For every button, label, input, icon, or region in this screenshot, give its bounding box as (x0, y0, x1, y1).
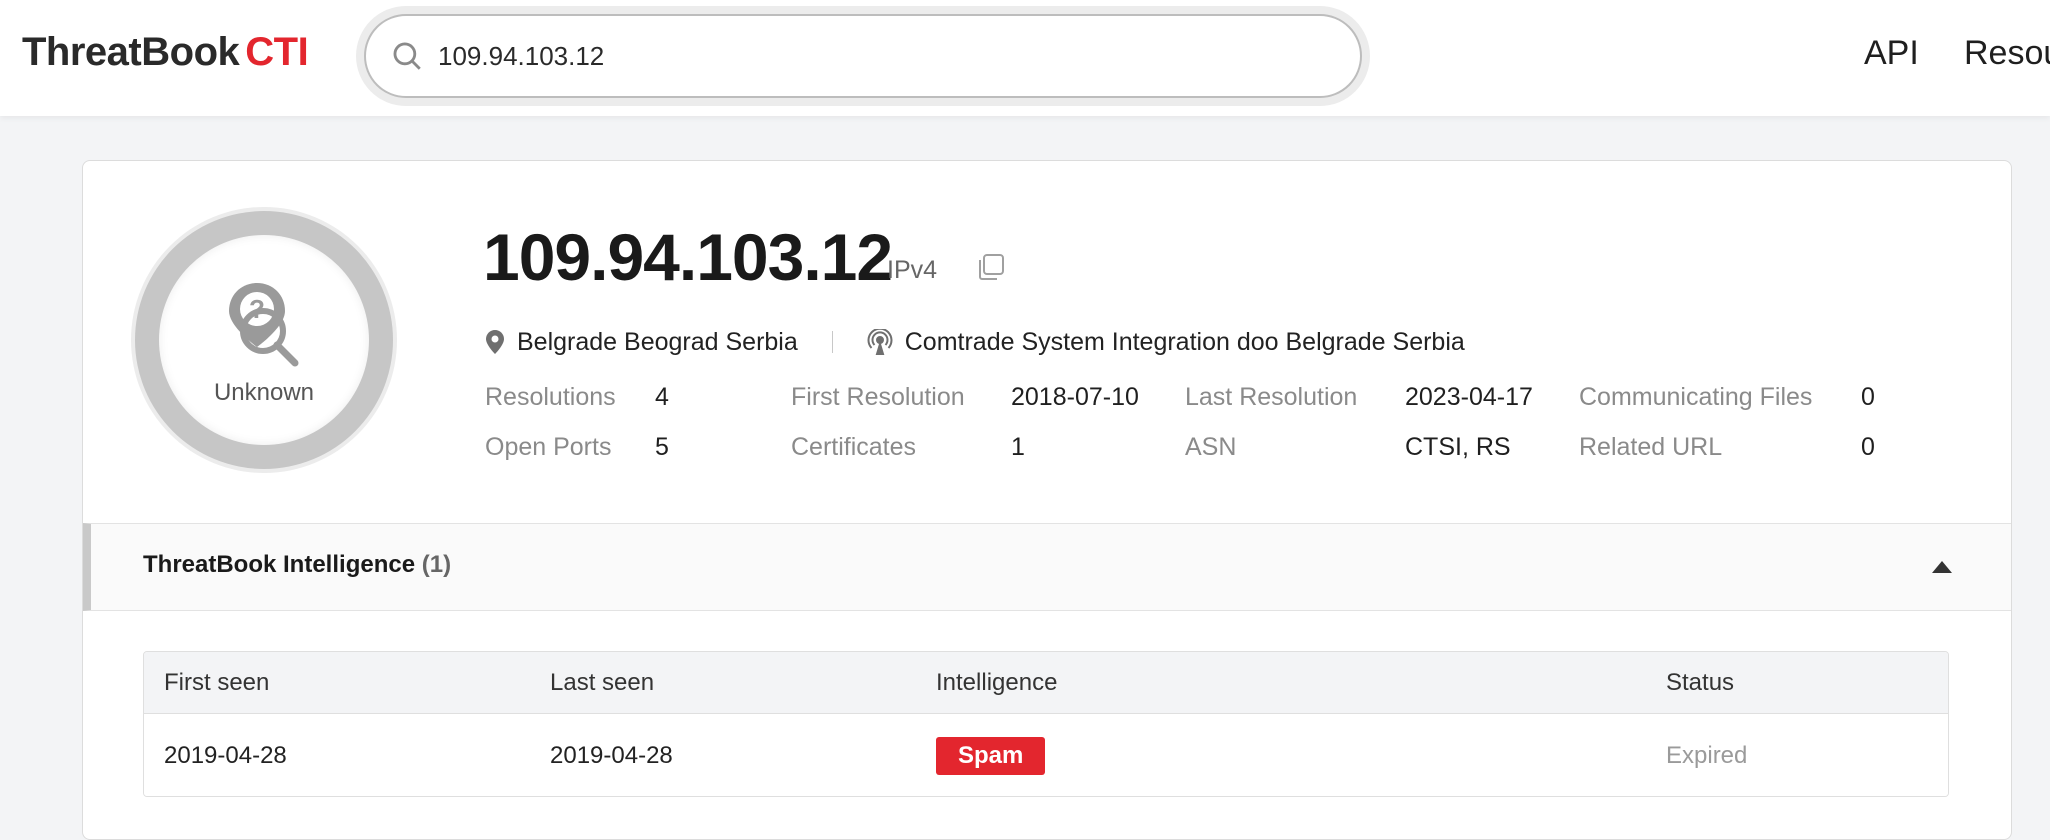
stat-asn-value: CTSI, RS (1405, 433, 1511, 461)
intelligence-section-header[interactable]: ThreatBook Intelligence (1) (83, 523, 2011, 611)
cell-intelligence: Spam (936, 714, 1046, 796)
collapse-triangle-icon[interactable] (1931, 560, 1953, 574)
table-row: 2019-04-28 2019-04-28 Spam Expired (144, 714, 1948, 796)
verdict-badge-inner: ? Unknown (159, 235, 369, 445)
isp-text: Comtrade System Integration doo Belgrade… (904, 327, 1465, 356)
location-text: Belgrade Beograd Serbia (517, 327, 798, 356)
search-box[interactable] (364, 14, 1362, 98)
stat-first-resolution-value: 2018-07-10 (1011, 383, 1139, 411)
cell-status: Expired (1666, 742, 1748, 769)
spam-tag[interactable]: Spam (936, 737, 1046, 775)
top-header: ThreatBookCTI API Resou (0, 0, 2050, 116)
nav-api[interactable]: API (1864, 34, 1919, 73)
copy-icon[interactable] (975, 251, 1007, 283)
location-row: Belgrade Beograd Serbia Comtrade System … (485, 325, 1465, 359)
column-header-intelligence: Intelligence (936, 668, 1058, 696)
search-container (356, 6, 1370, 106)
stat-related-url-value[interactable]: 0 (1861, 433, 1875, 462)
search-input[interactable] (438, 40, 1298, 72)
verdict-label: Unknown (213, 379, 315, 406)
location-pin-icon (486, 330, 504, 354)
table-header-row: First seen Last seen Intelligence Status (144, 652, 1948, 714)
isp-broadcast-icon (867, 329, 893, 355)
column-header-status: Status (1666, 668, 1735, 696)
stat-last-resolution-value: 2023-04-17 (1405, 383, 1533, 411)
verdict-badge: ? Unknown (135, 211, 393, 469)
stat-first-resolution-label: First Resolution (791, 383, 965, 411)
logo-accent-text: CTI (245, 30, 309, 74)
ip-address-title: 109.94.103.12 (483, 220, 893, 294)
stat-related-url-label: Related URL (1579, 433, 1723, 461)
search-icon[interactable] (390, 39, 424, 73)
intelligence-table: First seen Last seen Intelligence Status… (143, 651, 1949, 797)
nav-resources[interactable]: Resou (1964, 34, 2050, 73)
stat-resolutions-value[interactable]: 4 (655, 383, 669, 412)
stat-certificates-label: Certificates (791, 433, 917, 461)
logo-main-text: ThreatBook (22, 30, 240, 74)
stat-open-ports-label: Open Ports (485, 433, 612, 461)
location-separator (831, 331, 833, 353)
cell-first-seen: 2019-04-28 (164, 742, 287, 769)
stat-certificates-value[interactable]: 1 (1011, 433, 1025, 462)
column-header-last-seen[interactable]: Last seen (550, 652, 654, 713)
stat-communicating-files-label: Communicating Files (1579, 383, 1813, 411)
ip-type-label: IPv4 (887, 256, 938, 284)
column-header-first-seen[interactable]: First seen (164, 652, 269, 713)
stat-communicating-files-value[interactable]: 0 (1861, 383, 1875, 412)
threatbook-logo[interactable]: ThreatBook CTI (22, 30, 309, 75)
intelligence-section-title: ThreatBook Intelligence (1) (143, 551, 451, 579)
intelligence-count: (1) (421, 551, 452, 578)
stat-last-resolution-label: Last Resolution (1185, 383, 1358, 411)
unknown-search-icon: ? (229, 283, 299, 367)
stat-asn-label: ASN (1185, 433, 1237, 461)
stat-open-ports-value[interactable]: 5 (655, 433, 669, 462)
ip-overview-card: ? Unknown 109.94.103.12 IPv4 Belgrade Be… (82, 160, 2012, 840)
stat-resolutions-label: Resolutions (485, 383, 616, 411)
cell-last-seen: 2019-04-28 (550, 742, 673, 769)
intelligence-title-text: ThreatBook Intelligence (143, 551, 416, 578)
